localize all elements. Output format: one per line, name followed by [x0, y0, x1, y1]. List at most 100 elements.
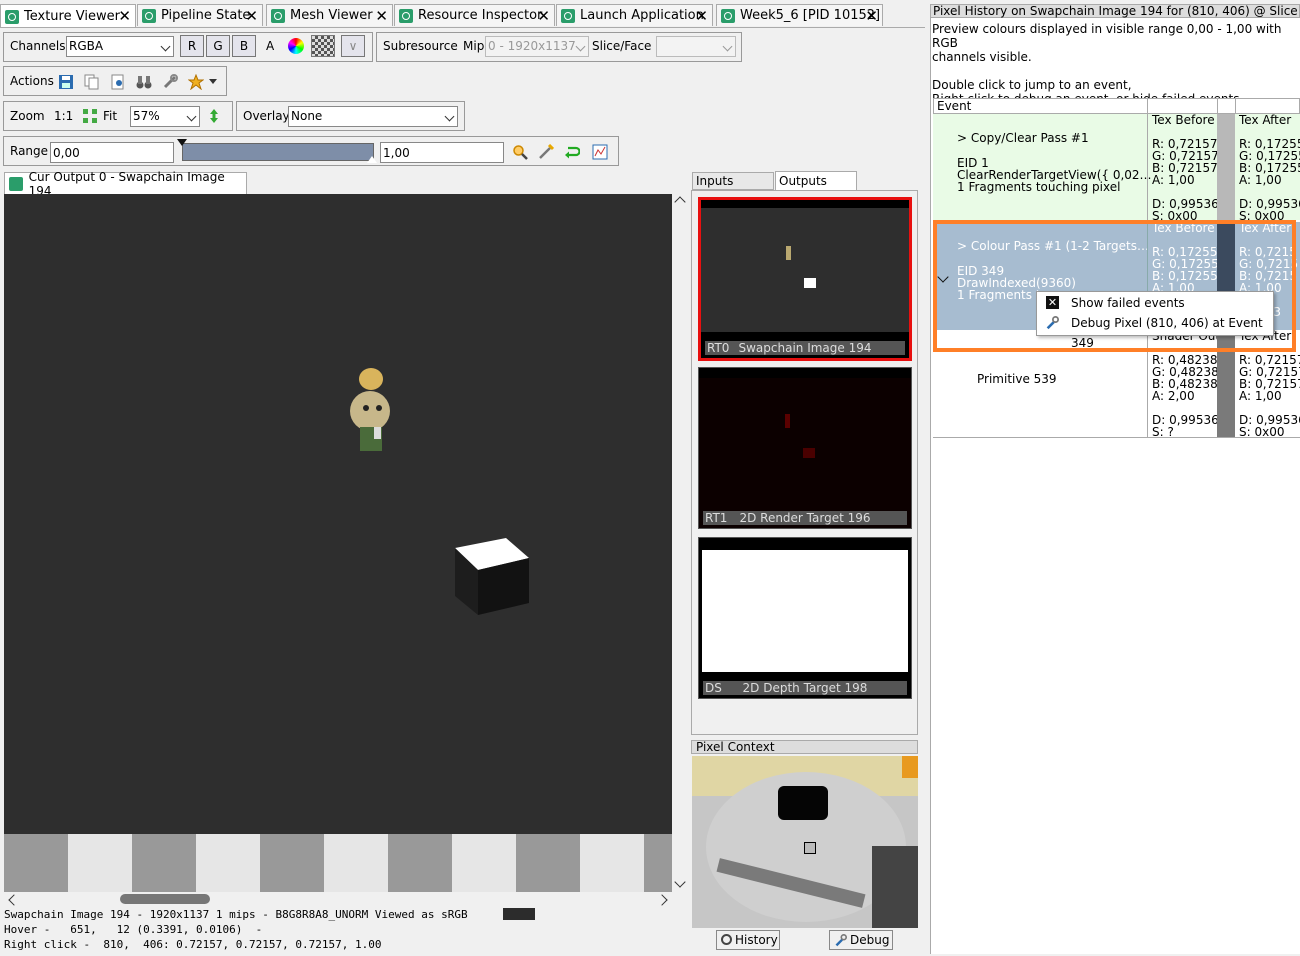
auto-fit-magnify-icon[interactable]	[512, 144, 528, 160]
history-row[interactable]: > Copy/Clear Pass #1 EID 1 ClearRenderTa…	[933, 114, 1300, 222]
shader-out-cell: Shader Out R: 0,48238 G: 0,48238 B: 0,48…	[1147, 330, 1220, 438]
actions-label: Actions	[10, 74, 54, 88]
export-icon[interactable]	[188, 74, 204, 90]
channels-label: Channels	[10, 39, 66, 53]
horizontal-scrollbar[interactable]	[4, 892, 672, 908]
channels-combo[interactable]: RGBA	[66, 36, 174, 57]
pixel-context-dark-spot	[778, 786, 828, 820]
close-icon[interactable]: ✕	[537, 7, 550, 25]
fit-icon[interactable]	[82, 108, 98, 124]
pixel-color-swatch	[503, 908, 535, 920]
overlay-combo[interactable]: None	[288, 106, 458, 127]
range-max-handle[interactable]	[367, 156, 377, 163]
show-failed-events-item[interactable]: ✕ Show failed events	[1037, 293, 1273, 313]
tab-pipeline-state[interactable]: Pipeline State ✕	[137, 4, 263, 26]
tab-capture-week5-6[interactable]: Week5_6 [PID 10152] ✕	[716, 4, 883, 26]
tab-resource-inspector[interactable]: Resource Inspector ✕	[394, 4, 555, 26]
color-wheel-icon[interactable]	[288, 38, 304, 54]
range-min-input[interactable]	[50, 142, 174, 163]
chevron-down-icon[interactable]	[937, 271, 949, 283]
checkbox-checked-icon[interactable]: ✕	[1046, 296, 1059, 309]
pass-label: > Colour Pass #1 (1-2 Targets…	[957, 239, 1149, 253]
close-icon[interactable]: ✕	[865, 7, 878, 25]
close-icon[interactable]: ✕	[695, 7, 708, 25]
close-icon[interactable]: ✕	[118, 7, 131, 25]
debug-button[interactable]: Debug	[829, 930, 893, 950]
close-icon[interactable]: ✕	[375, 7, 388, 25]
thumbnail-letterbox	[699, 368, 911, 378]
chevron-up-icon[interactable]	[674, 196, 686, 208]
chevron-down-icon	[575, 41, 586, 52]
column-divider	[1147, 99, 1148, 113]
slice-face-combo[interactable]	[656, 36, 736, 57]
zoom-one-to-one-button[interactable]: 1:1	[54, 106, 73, 126]
thumbnail-rt1[interactable]: RT1 2D Render Target 196	[698, 367, 912, 529]
reset-range-icon[interactable]	[564, 144, 580, 160]
histogram-icon[interactable]	[592, 144, 608, 160]
after-cell: Tex After R: 0,17255 G: 0,17255 B: 0,172…	[1239, 114, 1300, 220]
channel-a-toggle[interactable]: A	[266, 36, 274, 56]
texture-viewport[interactable]	[4, 194, 672, 834]
range-max-input[interactable]	[380, 142, 504, 163]
binoculars-icon[interactable]	[136, 74, 152, 90]
fit-button[interactable]: Fit	[103, 106, 117, 126]
overlay-label: Overlay	[243, 109, 290, 123]
tab-outputs[interactable]: Outputs	[775, 171, 857, 191]
texture-viewer-icon	[5, 9, 19, 24]
flip-vertical-icon[interactable]	[206, 108, 222, 124]
tab-launch-application[interactable]: Launch Application ✕	[556, 4, 713, 26]
thumbnail-rt0[interactable]: RT0 Swapchain Image 194	[698, 197, 912, 361]
caret-down-icon[interactable]	[209, 79, 217, 84]
wrench-icon	[835, 934, 847, 947]
pixel-context-region	[872, 846, 918, 928]
before-cell: Tex Before R: 0,72157 G: 0,72157 B: 0,72…	[1147, 114, 1219, 222]
chevron-down-icon	[722, 41, 733, 52]
texture-icon	[9, 176, 23, 191]
pixel-context-view[interactable]	[692, 756, 918, 928]
checker-cell	[644, 834, 672, 892]
right-click-status: Right click - 810, 406: 0.72157, 0.72157…	[4, 938, 382, 951]
debug-pixel-item[interactable]: Debug Pixel (810, 406) at Event 349	[1037, 313, 1273, 350]
checker-cell	[388, 834, 452, 892]
range-histogram[interactable]	[182, 143, 374, 161]
vertical-scrollbar[interactable]	[672, 194, 688, 892]
history-button[interactable]: History	[716, 930, 780, 950]
copy-icon[interactable]	[84, 74, 100, 90]
tab-cur-output[interactable]: Cur Output 0 - Swapchain Image 194	[4, 170, 247, 198]
tab-mesh-viewer[interactable]: Mesh Viewer ✕	[266, 4, 393, 26]
thumbnail-character	[786, 246, 791, 260]
thumbnail-ds[interactable]: DS 2D Depth Target 198	[698, 537, 912, 699]
subresource-label: Subresource	[383, 39, 458, 53]
resource-inspector-icon	[399, 8, 413, 23]
shader-out-swatch	[1217, 330, 1235, 437]
channel-g-toggle[interactable]: G	[206, 35, 230, 57]
open-resource-icon[interactable]	[110, 74, 126, 90]
scrollbar-thumb[interactable]	[120, 894, 210, 904]
chevron-down-icon	[444, 111, 455, 122]
channel-r-toggle[interactable]: R	[180, 35, 204, 57]
zoom-combo[interactable]: 57%	[130, 106, 200, 127]
mesh-viewer-icon	[271, 8, 285, 23]
tab-texture-viewer[interactable]: Texture Viewer ✕	[0, 4, 136, 28]
checker-cell	[516, 834, 580, 892]
channel-options-button[interactable]: ∨	[341, 35, 365, 57]
history-row-primitive[interactable]: Primitive 539 Shader Out R: 0,48238 G: 0…	[933, 330, 1300, 438]
checkerboard-toggle[interactable]	[311, 35, 335, 57]
range-min-handle[interactable]	[177, 139, 187, 146]
wand-icon[interactable]	[538, 144, 554, 160]
slice-face-label: Slice/Face	[592, 39, 652, 53]
chevron-left-icon[interactable]	[8, 894, 20, 906]
close-icon[interactable]: ✕	[245, 7, 258, 25]
mip-combo[interactable]: 0 - 1920x1137	[485, 36, 589, 57]
link-icon[interactable]	[162, 74, 178, 90]
capture-icon	[721, 8, 735, 23]
event-column-header[interactable]: Event	[937, 99, 971, 113]
chevron-down-icon[interactable]	[674, 876, 686, 888]
character-figure	[350, 368, 390, 451]
column-divider	[1235, 99, 1236, 113]
channel-b-toggle[interactable]: B	[232, 35, 256, 57]
tab-inputs[interactable]: Inputs	[692, 172, 774, 190]
primitive-label: Primitive 539	[977, 372, 1057, 386]
chevron-right-icon[interactable]	[656, 894, 668, 906]
save-icon[interactable]	[58, 74, 74, 90]
